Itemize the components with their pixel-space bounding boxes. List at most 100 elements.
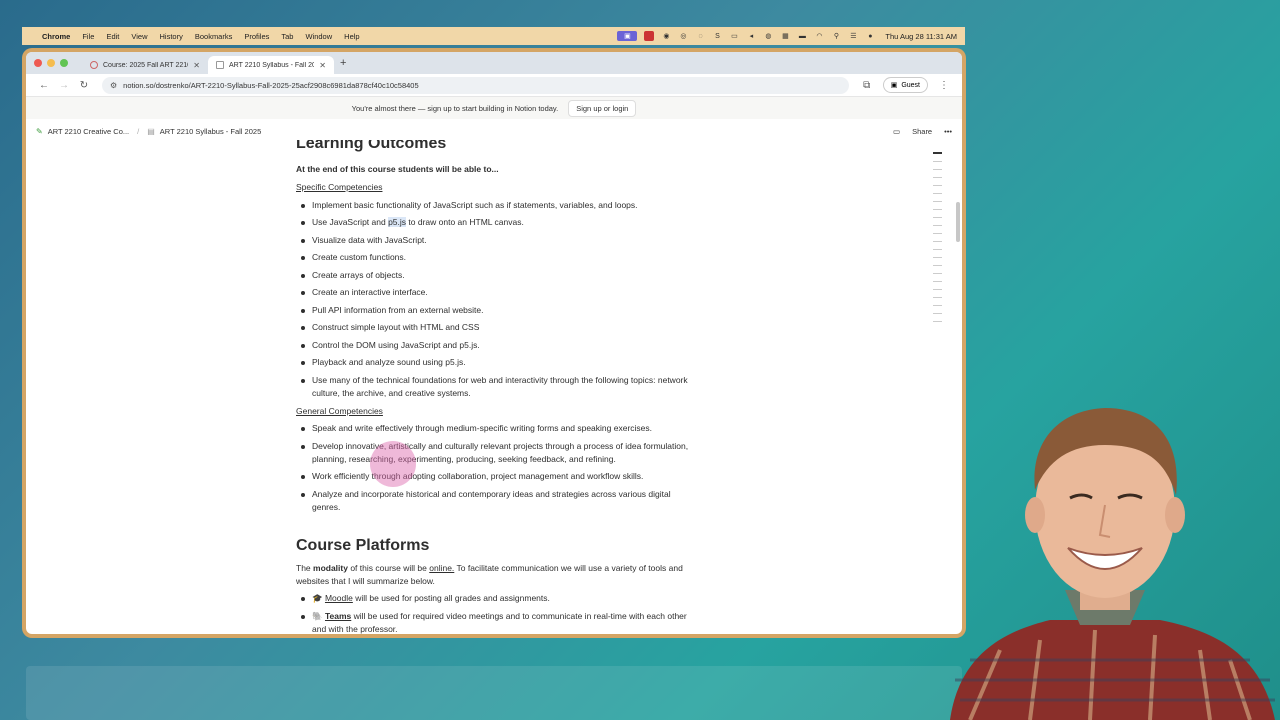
maximize-window-icon[interactable] bbox=[60, 59, 68, 67]
toc-marker bbox=[933, 312, 942, 314]
general-competencies-list: Speak and write effectively through medi… bbox=[296, 422, 696, 514]
status-app-icon[interactable]: ◍ bbox=[763, 31, 773, 41]
breadcrumb-item-course[interactable]: ART 2210 Creative Co... bbox=[48, 127, 129, 136]
toc-marker bbox=[933, 272, 942, 274]
list-item: 🐘 Teams will be used for required video … bbox=[296, 610, 696, 635]
list-item: Analyze and incorporate historical and c… bbox=[296, 488, 696, 514]
battery-icon[interactable]: ▬ bbox=[797, 31, 807, 41]
list-item: Visualize data with JavaScript. bbox=[296, 234, 696, 247]
toc-marker bbox=[933, 240, 942, 242]
course-platforms-heading: Course Platforms bbox=[296, 536, 430, 554]
moodle-link[interactable]: Moodle bbox=[325, 593, 353, 603]
menubar-clock[interactable]: Thu Aug 28 11:31 AM bbox=[885, 32, 957, 41]
toc-marker bbox=[933, 248, 942, 250]
search-icon[interactable]: ⚲ bbox=[831, 31, 841, 41]
toc-marker bbox=[933, 296, 942, 298]
text-run: will be used for posting all grades and … bbox=[352, 593, 550, 603]
platforms-paragraph: The modality of this course will be onli… bbox=[296, 562, 696, 588]
list-item: Control the DOM using JavaScript and p5.… bbox=[296, 339, 696, 352]
page-icon: ▤ bbox=[147, 127, 155, 136]
toc-marker bbox=[933, 168, 942, 170]
guest-profile-button[interactable]: ▣ Guest bbox=[882, 77, 928, 93]
toc-marker bbox=[933, 192, 942, 194]
screen-record-icon[interactable]: ▣ bbox=[617, 31, 638, 41]
close-tab-icon[interactable]: ✕ bbox=[319, 61, 326, 70]
selected-text: p5.js bbox=[388, 217, 407, 227]
menu-profiles[interactable]: Profiles bbox=[244, 32, 269, 41]
more-menu-icon[interactable]: ⋮ bbox=[934, 80, 954, 91]
share-button[interactable]: Share bbox=[912, 127, 932, 136]
tab-syllabus[interactable]: ART 2210 Syllabus - Fall 2025 ✕ bbox=[208, 56, 334, 74]
moodle-icon: 🎓 bbox=[312, 593, 323, 603]
close-window-icon[interactable] bbox=[34, 59, 42, 67]
minimize-window-icon[interactable] bbox=[47, 59, 55, 67]
menu-history[interactable]: History bbox=[160, 32, 183, 41]
control-center-icon[interactable]: ☰ bbox=[848, 31, 858, 41]
menu-help[interactable]: Help bbox=[344, 32, 359, 41]
status-app-icon[interactable] bbox=[644, 31, 655, 41]
list-item: Develop innovative, artistically and cul… bbox=[296, 440, 696, 466]
wifi-icon[interactable]: ◠ bbox=[814, 31, 824, 41]
profile-icon: ▣ bbox=[890, 82, 898, 89]
box-icon[interactable]: ▭ bbox=[729, 31, 739, 41]
text-run: of this course will be bbox=[347, 562, 430, 573]
signup-button[interactable]: Sign up or login bbox=[568, 99, 637, 117]
tab-title: ART 2210 Syllabus - Fall 2025 bbox=[229, 61, 315, 69]
status-app-icon[interactable]: S bbox=[712, 31, 722, 41]
address-bar[interactable]: ⚙ notion.so/dostrenko/ART-2210-Syllabus-… bbox=[102, 76, 849, 94]
tab-course[interactable]: Course: 2025 Fall ART 2210 - ✕ bbox=[82, 56, 208, 74]
reload-icon[interactable]: ↻ bbox=[74, 80, 94, 91]
list-item: Implement basic functionality of JavaScr… bbox=[296, 199, 696, 212]
close-tab-icon[interactable]: ✕ bbox=[193, 61, 200, 70]
window-reflection bbox=[26, 666, 962, 720]
volume-icon[interactable]: ◂ bbox=[746, 31, 756, 41]
status-app-icon[interactable]: ◌ bbox=[695, 31, 705, 41]
site-info-icon[interactable]: ⚙ bbox=[110, 81, 117, 90]
text-run: will be used for required video meetings… bbox=[312, 610, 687, 634]
menu-tab[interactable]: Tab bbox=[281, 32, 293, 41]
list-item: Construct simple layout with HTML and CS… bbox=[296, 321, 696, 334]
menu-edit[interactable]: Edit bbox=[106, 32, 119, 41]
banner-text: You're almost there — sign up to start b… bbox=[351, 103, 559, 113]
tab-search-icon[interactable]: ⧉ bbox=[857, 80, 877, 91]
online-link[interactable]: online. bbox=[429, 563, 454, 573]
toc-marker bbox=[933, 184, 942, 186]
siri-icon[interactable]: ● bbox=[865, 31, 875, 41]
toc-marker bbox=[933, 200, 942, 202]
toc-marker bbox=[933, 176, 942, 178]
breadcrumb-separator: / bbox=[137, 127, 140, 136]
browser-toolbar: ← → ↻ ⚙ notion.so/dostrenko/ART-2210-Syl… bbox=[26, 74, 962, 97]
toc-marker bbox=[933, 224, 942, 226]
menu-view[interactable]: View bbox=[131, 32, 147, 41]
teams-link[interactable]: Teams bbox=[325, 611, 351, 621]
menu-window[interactable]: Window bbox=[305, 32, 332, 41]
menu-bookmarks[interactable]: Bookmarks bbox=[195, 32, 233, 41]
list-item: Create custom functions. bbox=[296, 251, 696, 264]
table-of-contents-minimap[interactable] bbox=[933, 152, 942, 329]
specific-competencies-list: Implement basic functionality of JavaScr… bbox=[296, 199, 696, 400]
breadcrumb-item-syllabus[interactable]: ART 2210 Syllabus - Fall 2025 bbox=[160, 127, 261, 136]
toc-marker bbox=[933, 264, 942, 266]
general-competencies-heading: General Competencies bbox=[296, 405, 383, 416]
list-item: Speak and write effectively through medi… bbox=[296, 422, 696, 435]
toc-marker bbox=[933, 216, 942, 218]
tab-title: Course: 2025 Fall ART 2210 - bbox=[103, 61, 189, 69]
new-tab-icon[interactable]: + bbox=[340, 57, 346, 69]
signup-banner: You're almost there — sign up to start b… bbox=[26, 97, 962, 119]
scrollbar-thumb[interactable] bbox=[956, 202, 960, 242]
text-run-bold: modality bbox=[313, 562, 348, 573]
status-app-icon[interactable]: ◉ bbox=[661, 31, 671, 41]
list-item: Use many of the technical foundations fo… bbox=[296, 374, 696, 400]
back-icon[interactable]: ← bbox=[34, 80, 54, 91]
status-app-icon[interactable]: ▦ bbox=[780, 31, 790, 41]
forward-icon[interactable]: → bbox=[54, 80, 74, 91]
text-run: The bbox=[296, 562, 314, 573]
menu-file[interactable]: File bbox=[82, 32, 94, 41]
comment-icon[interactable]: ▭ bbox=[893, 127, 900, 136]
more-options-icon[interactable]: ••• bbox=[944, 127, 952, 136]
menu-app-name[interactable]: Chrome bbox=[42, 32, 70, 41]
macos-menu-bar: Chrome File Edit View History Bookmarks … bbox=[22, 27, 965, 45]
status-app-icon[interactable]: ◎ bbox=[678, 31, 688, 41]
list-item: Playback and analyze sound using p5.js. bbox=[296, 356, 696, 369]
presenter-webcam bbox=[950, 408, 1275, 720]
